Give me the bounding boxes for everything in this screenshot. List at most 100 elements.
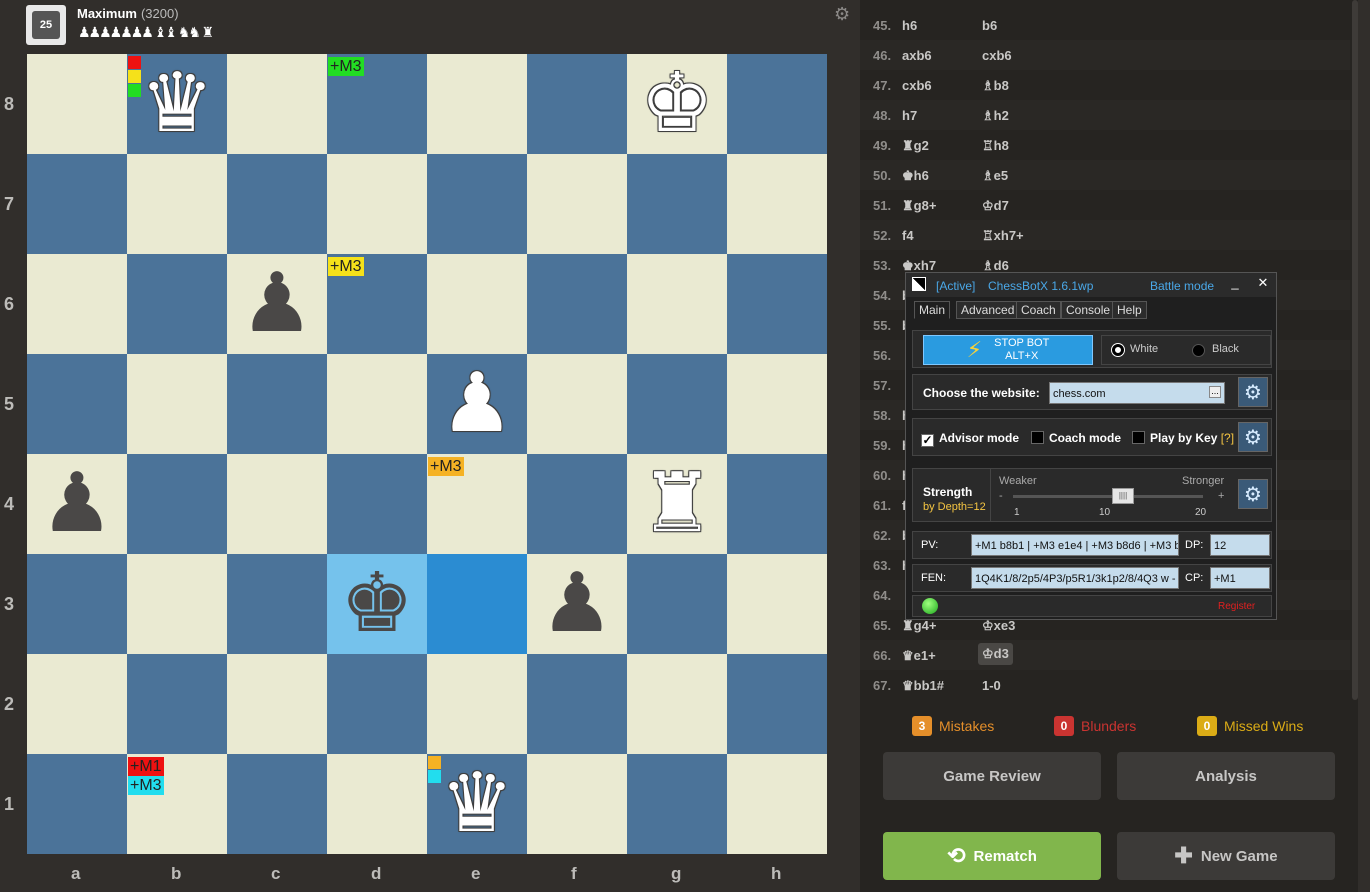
square-f7[interactable] (527, 154, 627, 254)
black-pawn-c6[interactable]: ♟ (227, 254, 327, 354)
play-by-key-checkbox[interactable]: Play by Key [?] (1132, 431, 1234, 445)
strength-slider-track[interactable]: |||| (1013, 488, 1203, 504)
square-c1[interactable] (227, 754, 327, 854)
white-radio[interactable] (1112, 344, 1124, 356)
pv-field[interactable]: +M1 b8b1 | +M3 e1e4 | +M3 b8d6 | +M3 b8d… (971, 534, 1179, 556)
advisor-mode-checkbox[interactable]: ✓ Advisor mode (921, 431, 1019, 447)
black-move[interactable]: ♔xe3 (982, 618, 1015, 634)
strength-slider-thumb[interactable]: |||| (1112, 488, 1134, 504)
white-move[interactable]: ♜g2 (902, 138, 929, 154)
black-move[interactable]: b6 (982, 18, 997, 33)
square-a8[interactable] (27, 54, 127, 154)
white-move[interactable]: ♛e1+ (902, 648, 936, 664)
black-move[interactable]: cxb6 (982, 48, 1012, 63)
square-c4[interactable] (227, 454, 327, 554)
square-b4[interactable] (127, 454, 227, 554)
square-a1[interactable] (27, 754, 127, 854)
black-move[interactable]: ♖xh7+ (982, 228, 1024, 244)
chessbotx-window[interactable]: [Active] ChessBotX 1.6.1wp Battle mode _… (905, 272, 1277, 620)
bot-tab-help[interactable]: Help (1112, 301, 1147, 319)
register-link[interactable]: Register (1218, 601, 1255, 612)
square-b6[interactable] (127, 254, 227, 354)
square-d7[interactable] (327, 154, 427, 254)
square-f2[interactable] (527, 654, 627, 754)
square-g1[interactable] (627, 754, 727, 854)
white-queen-b8[interactable]: ♛ (127, 54, 227, 154)
white-move[interactable]: ♚h6 (902, 168, 929, 184)
square-e6[interactable] (427, 254, 527, 354)
square-a7[interactable] (27, 154, 127, 254)
white-move[interactable]: ♛bb1# (902, 678, 944, 694)
square-e2[interactable] (427, 654, 527, 754)
square-h7[interactable] (727, 154, 827, 254)
black-move[interactable]: ♔d7 (982, 198, 1009, 214)
chess-board[interactable]: ♛ ♚ ♟ ♟ ♟ ♜ ♚ ♟ ♛ +M3 +M3 +M3 +M1 +M3 (27, 54, 827, 854)
square-h4[interactable] (727, 454, 827, 554)
square-c5[interactable] (227, 354, 327, 454)
square-f6[interactable] (527, 254, 627, 354)
square-g5[interactable] (627, 354, 727, 454)
black-move[interactable]: ♗h2 (982, 108, 1009, 124)
white-move[interactable]: h7 (902, 108, 917, 123)
black-move[interactable]: ♖h8 (982, 138, 1009, 154)
square-h2[interactable] (727, 654, 827, 754)
website-dropdown-button[interactable]: ... (1209, 386, 1221, 398)
square-f4[interactable] (527, 454, 627, 554)
strength-gear-icon[interactable]: ⚙ (1238, 479, 1268, 509)
bot-tab-console[interactable]: Console (1061, 301, 1116, 319)
square-d5[interactable] (327, 354, 427, 454)
square-e7[interactable] (427, 154, 527, 254)
square-a2[interactable] (27, 654, 127, 754)
modes-gear-icon[interactable]: ⚙ (1238, 422, 1268, 452)
square-h5[interactable] (727, 354, 827, 454)
play-by-key-help[interactable]: [?] (1221, 431, 1234, 445)
analysis-button[interactable]: Analysis (1117, 752, 1335, 800)
square-b7[interactable] (127, 154, 227, 254)
bot-tab-main[interactable]: Main (914, 301, 951, 319)
square-f5[interactable] (527, 354, 627, 454)
black-move[interactable]: ♔d3 (978, 643, 1013, 665)
bot-titlebar[interactable]: [Active] ChessBotX 1.6.1wp Battle mode _… (906, 273, 1276, 297)
black-king-d3[interactable]: ♚ (327, 554, 427, 654)
player-name[interactable]: Maximum (3200) (77, 6, 179, 21)
black-move[interactable]: 1-0 (982, 678, 1001, 693)
white-move[interactable]: cxb6 (902, 78, 932, 93)
square-h3[interactable] (727, 554, 827, 654)
cp-field[interactable]: +M1 (1210, 567, 1270, 589)
close-button[interactable]: ✕ (1252, 274, 1274, 296)
square-e3[interactable] (427, 554, 527, 654)
square-c3[interactable] (227, 554, 327, 654)
square-g2[interactable] (627, 654, 727, 754)
white-move[interactable]: h6 (902, 18, 917, 33)
black-pawn-f3[interactable]: ♟ (527, 554, 627, 654)
dp-field[interactable]: 12 (1210, 534, 1270, 556)
square-f1[interactable] (527, 754, 627, 854)
square-h8[interactable] (727, 54, 827, 154)
coach-mode-checkbox[interactable]: Coach mode (1031, 431, 1121, 445)
black-radio[interactable] (1192, 344, 1205, 357)
square-a3[interactable] (27, 554, 127, 654)
white-move[interactable]: ♜g8+ (902, 198, 936, 214)
square-g6[interactable] (627, 254, 727, 354)
square-d2[interactable] (327, 654, 427, 754)
white-rook-g4[interactable]: ♜ (627, 454, 727, 554)
stop-bot-button[interactable]: ⚡ STOP BOT ALT+X (923, 335, 1093, 365)
square-d1[interactable] (327, 754, 427, 854)
square-d4[interactable] (327, 454, 427, 554)
move-list-scrollbar[interactable] (1352, 0, 1358, 700)
square-b5[interactable] (127, 354, 227, 454)
fen-field[interactable]: 1Q4K1/8/2p5/4P3/p5R1/3k1p2/8/4Q3 w - - 4 (971, 567, 1179, 589)
square-h6[interactable] (727, 254, 827, 354)
square-a5[interactable] (27, 354, 127, 454)
game-review-button[interactable]: Game Review (883, 752, 1101, 800)
black-move[interactable]: ♗b8 (982, 78, 1009, 94)
white-move[interactable]: ♜g4+ (902, 618, 936, 634)
square-g7[interactable] (627, 154, 727, 254)
square-c8[interactable] (227, 54, 327, 154)
rematch-button[interactable]: ⟲ Rematch (883, 832, 1101, 880)
website-gear-icon[interactable]: ⚙ (1238, 377, 1268, 407)
bot-tab-advanced[interactable]: Advanced (956, 301, 1020, 319)
square-b3[interactable] (127, 554, 227, 654)
square-b2[interactable] (127, 654, 227, 754)
white-pawn-e5[interactable]: ♟ (427, 354, 527, 454)
